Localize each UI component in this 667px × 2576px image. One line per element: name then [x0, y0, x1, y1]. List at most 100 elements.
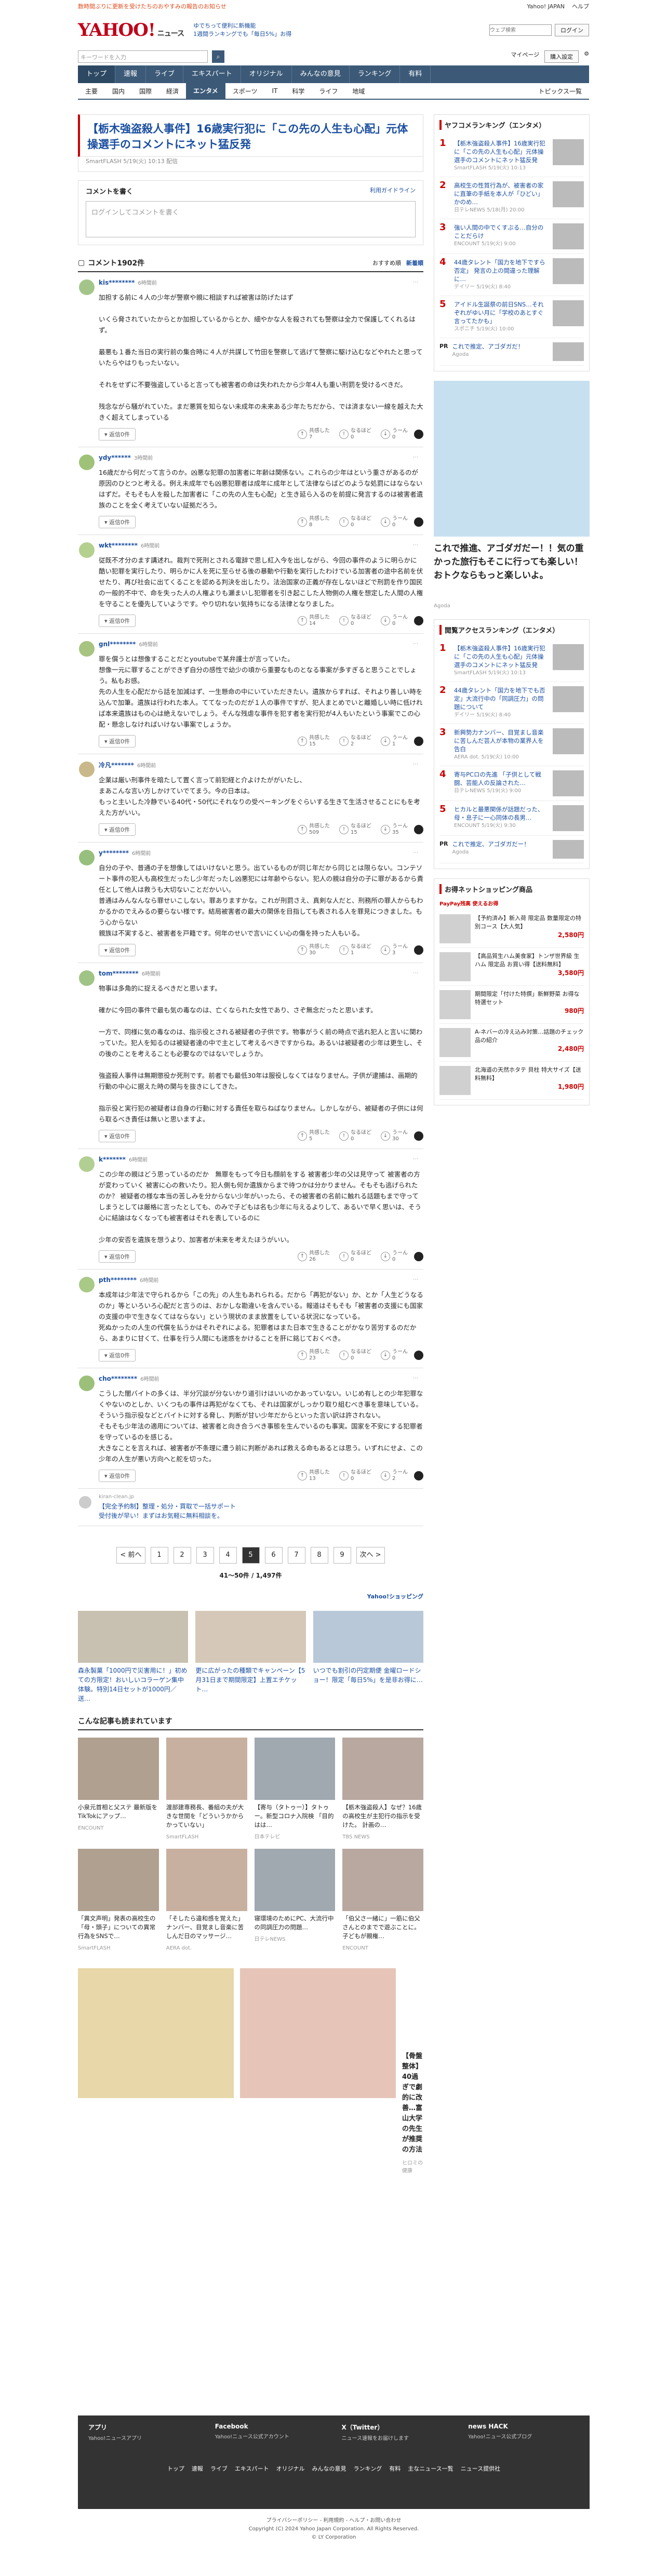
rank-title[interactable]: 高校生の性質行為が、被害者の家に直筆の手紙を本人が「ひどい」かのめ… — [454, 181, 549, 206]
rank-item[interactable]: 5 ヒカルと最悪関係が話題だった、母・息子に一心同体の長男… ENCOUNT 5/1… — [439, 801, 584, 836]
reply-button[interactable]: ▾ 返信0件 — [99, 735, 136, 748]
avatar[interactable] — [79, 1156, 95, 1172]
reply-button[interactable]: ▾ 返信0件 — [99, 615, 136, 627]
header-promo[interactable]: ゆでちって便利に新機能 1週間ランキングでも「毎日5%」お得 — [193, 22, 291, 38]
insight-button[interactable]: ! なるほど 0 — [339, 1250, 371, 1263]
ad-text[interactable]: 更に広がったの種類でキャンペーン【5月31日まで期間限定】上置エチケット… — [195, 1666, 305, 1694]
more-options-icon[interactable] — [414, 737, 423, 746]
more-options-icon[interactable] — [414, 517, 423, 527]
news-search-input[interactable]: キーワードを入力 — [78, 50, 208, 63]
bottom-ad[interactable]: 【骨盤整体】40過ぎで劇的に改善…富山大学の先生が推奨の方法 ヒロミの健康 — [78, 1968, 423, 2174]
comment-username[interactable]: 冷凡******* — [99, 762, 134, 769]
side-ad-headline[interactable]: これで推進、アゴダガだー！！気の重かった旅行もそこに行っても楽しい！おトクならも… — [434, 542, 590, 582]
related-article[interactable]: 小泉元首相と父ステ 最新版を TikTokにアップ… ENCOUNT — [78, 1738, 159, 1841]
avatar[interactable] — [79, 850, 95, 865]
avatar[interactable] — [79, 279, 95, 295]
search-icon[interactable]: ⌕ — [212, 50, 224, 63]
pr-item[interactable]: PR これで推定、アゴダガだ！ Agoda — [439, 338, 584, 366]
nav-item[interactable]: ランキング — [350, 65, 401, 83]
related-title[interactable]: 「そしたら違和感を覚えた」ナンバー、目覚まし音楽に苦しんだ日のマッサージ… — [166, 1914, 247, 1941]
bottom-ad-text[interactable]: 【骨盤整体】40過ぎで劇的に改善…富山大学の先生が推奨の方法 — [402, 2051, 423, 2155]
rank-title[interactable]: 強い人間の中でくすぶる…自分のことだらけ — [454, 223, 549, 240]
related-title[interactable]: 小泉元首相と父ステ 最新版を TikTokにアップ… — [78, 1803, 159, 1821]
more-options-icon[interactable] — [414, 616, 423, 625]
rank-title[interactable]: 44歳タレント「国力を地下ですら否定」 発言の上の間違った理解に… — [454, 258, 549, 283]
insight-button[interactable]: ! なるほど 0 — [339, 516, 371, 528]
report-link[interactable]: ⋯ — [413, 970, 418, 976]
avatar[interactable] — [79, 455, 95, 470]
related-article[interactable]: 「そしたら違和感を覚えた」ナンバー、目覚まし音楽に苦しんだ日のマッサージ… AER… — [166, 1849, 247, 1953]
report-link[interactable]: ⋯ — [413, 1156, 418, 1162]
more-options-icon[interactable] — [414, 1351, 423, 1360]
disagree-button[interactable]: ↓ うーん 2 — [381, 1470, 408, 1482]
related-article[interactable]: 【寄与（タトゥー）】タトゥー。新型コロナ入院検 「目的はは… 日本テレビ — [254, 1738, 336, 1841]
product-title[interactable]: 期間限定「付けた特撰」新鮮野菜 お得な特選セット — [475, 990, 584, 1007]
reply-button[interactable]: ▾ 返信0件 — [99, 516, 136, 528]
footer-link[interactable]: エキスパート — [235, 2464, 269, 2473]
subnav-item[interactable]: IT — [264, 87, 285, 95]
subnav-topics-link[interactable]: トピックス一覧 — [531, 87, 589, 96]
more-options-icon[interactable] — [414, 945, 423, 955]
disagree-button[interactable]: ↓ うーん 0 — [381, 615, 408, 627]
page-number-2[interactable]: 2 — [173, 1547, 191, 1564]
ad-line[interactable]: kiran-clean.jp 【完全予約制】整理・処分・買取で一括サポート 受付… — [78, 1489, 423, 1526]
footer-col[interactable]: news HACK Yahoo!ニュース公式ブログ — [468, 2423, 579, 2441]
product-item[interactable]: A-ネバーの冷え込み対策…話題のチェック品の紹介 2,480円 — [439, 1024, 584, 1062]
rank-title[interactable]: 新興勢力ナンバー、目覚まし音楽に苦しんだ芸人が本物の業界人を告白 — [454, 728, 549, 753]
side-ad[interactable]: これで推進、アゴダガだー！！気の重かった旅行もそこに行っても楽しい！おトクならも… — [434, 381, 590, 609]
more-options-icon[interactable] — [414, 825, 423, 834]
agree-button[interactable]: ↑ 共感した 30 — [298, 944, 330, 956]
related-article[interactable]: 【栃木強盗殺人】なぜ？16歳の高校生が主犯行の指示を受けた。 計画の… TBS N… — [342, 1738, 423, 1841]
footer-link[interactable]: 有料 — [389, 2464, 401, 2473]
nav-item[interactable]: ライブ — [146, 65, 184, 83]
reply-button[interactable]: ▾ 返信0件 — [99, 1250, 136, 1263]
report-link[interactable]: ⋯ — [413, 641, 418, 647]
reply-button[interactable]: ▾ 返信0件 — [99, 823, 136, 836]
comment-username[interactable]: gnl******** — [99, 640, 136, 648]
footer-col[interactable]: アプリ Yahoo!ニュースアプリ — [88, 2423, 199, 2441]
related-article[interactable]: 寝環境のためにPC、大流行中の同調圧力の問題… 日テレNEWS — [254, 1849, 336, 1953]
avatar[interactable] — [79, 970, 95, 986]
product-title[interactable]: 北海道の天然ホタテ 貝柱 特大サイズ【送料無料】 — [475, 1066, 584, 1083]
login-button[interactable]: ログイン — [555, 24, 589, 36]
product-item[interactable]: 北海道の天然ホタテ 貝柱 特大サイズ【送料無料】 1,980円 — [439, 1062, 584, 1100]
reply-button[interactable]: ▾ 返信0件 — [99, 428, 136, 441]
shopping-ad-card[interactable]: 更に広がったの種類でキャンペーン【5月31日まで期間限定】上置エチケット… — [195, 1611, 306, 1703]
subnav-item[interactable]: 経済 — [159, 87, 186, 96]
insight-button[interactable]: ! なるほど 0 — [339, 1349, 371, 1362]
nav-item[interactable]: エキスパート — [183, 65, 241, 83]
nav-item[interactable]: トップ — [78, 65, 116, 83]
disagree-button[interactable]: ↓ うーん 0 — [381, 516, 408, 528]
insight-button[interactable]: ! なるほど 0 — [339, 1130, 371, 1142]
disagree-button[interactable]: ↓ うーん 1 — [381, 735, 408, 748]
insight-button[interactable]: ! なるほど 0 — [339, 1470, 371, 1482]
reply-button[interactable]: ▾ 返信0件 — [99, 944, 136, 956]
comment-username[interactable]: pth******** — [99, 1276, 137, 1284]
disagree-button[interactable]: ↓ うーん 0 — [381, 1250, 408, 1263]
product-title[interactable]: 【予約済み】新入荷 限定品 数量限定の特別コース【大人気】 — [475, 914, 584, 931]
agree-button[interactable]: ↑ 共感した 26 — [298, 1250, 330, 1263]
product-item[interactable]: 【高品質生ハム美食家】トンザ世界級 生ハム 限定品 お買い得【送料無料】 3,58… — [439, 948, 584, 986]
yahoo-logo[interactable]: YAHOO! ニュース — [78, 20, 184, 41]
more-options-icon[interactable] — [414, 1471, 423, 1480]
rank-item[interactable]: 1 【栃木強盗殺人事件】16歳実行犯に「この先の人生も心配」元体操選手のコメントに… — [439, 640, 584, 682]
footer-link[interactable]: ニュース提供社 — [461, 2464, 500, 2473]
related-title[interactable]: 「伯父さ一緒に」一筋に伯父さんとのまでで遊ぶことに。子どもが親権… — [342, 1914, 423, 1941]
avatar[interactable] — [79, 762, 95, 777]
page-number-4[interactable]: 4 — [219, 1547, 237, 1564]
footer-link[interactable]: ライブ — [210, 2464, 228, 2473]
rank-item[interactable]: 3 強い人間の中でくすぶる…自分のことだらけ ENCOUNT 5/19(火) 9:0… — [439, 219, 584, 254]
article-title[interactable]: 【栃木強盗殺人事件】16歳実行犯に「この先の人生も心配」元体操選手のコメントにネ… — [78, 114, 423, 157]
page-number-6[interactable]: 6 — [264, 1547, 283, 1564]
shopping-ad-card[interactable]: いつでも割引の円定期便 金曜ロードショー！限定「毎日5%」を是非お得に… — [313, 1611, 423, 1703]
comment-username[interactable]: k******* — [99, 1156, 126, 1163]
policy-links[interactable]: プライバシーポリシー - 利用規約 - ヘルプ・お問い合わせ — [78, 2517, 590, 2525]
footer-col[interactable]: Facebook Yahoo!ニュース公式アカウント — [215, 2423, 326, 2441]
subnav-item[interactable]: 科学 — [285, 87, 312, 96]
more-options-icon[interactable] — [414, 1131, 423, 1141]
insight-button[interactable]: ! なるほど 0 — [339, 428, 371, 441]
page-number-3[interactable]: 3 — [196, 1547, 214, 1564]
agree-button[interactable]: ↑ 共感した 23 — [298, 1349, 330, 1362]
footer-link[interactable]: トップ — [167, 2464, 184, 2473]
reply-button[interactable]: ▾ 返信0件 — [99, 1349, 136, 1362]
